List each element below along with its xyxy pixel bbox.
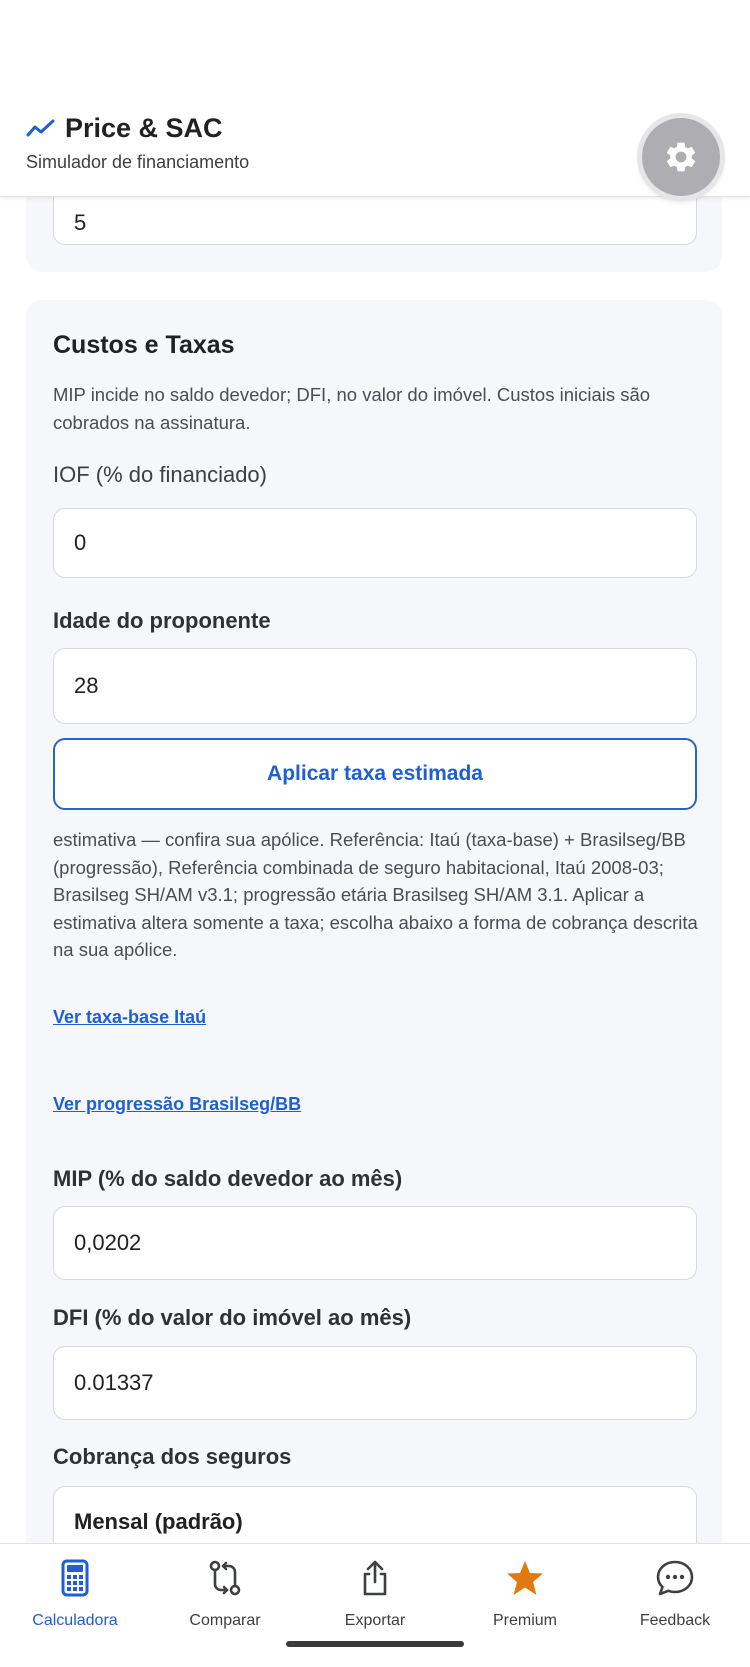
- nav-exportar[interactable]: Exportar: [300, 1544, 450, 1644]
- dfi-value: 0.01337: [74, 1370, 154, 1395]
- bottom-nav: Calculadora Comparar Exportar Premium Fe…: [0, 1543, 750, 1667]
- mip-label: MIP (% do saldo devedor ao mês): [53, 1166, 403, 1191]
- charge-value: Mensal (padrão): [74, 1509, 243, 1534]
- apply-estimated-rate-button[interactable]: Aplicar taxa estimada: [53, 738, 697, 810]
- estimate-note: estimativa — confira sua apólice. Referê…: [53, 829, 698, 960]
- chat-bubble-icon: [656, 1560, 694, 1596]
- nav-label: Comparar: [189, 1612, 261, 1629]
- trend-line-icon: [26, 119, 55, 136]
- star-icon: [507, 1561, 543, 1595]
- nav-label: Feedback: [639, 1612, 711, 1629]
- app-subtitle: Simulador de financiamento: [26, 152, 250, 172]
- iof-input[interactable]: 0: [53, 508, 697, 578]
- dfi-label: DFI (% do valor do imóvel ao mês): [53, 1305, 412, 1330]
- nav-feedback[interactable]: Feedback: [600, 1544, 750, 1644]
- nav-label: Calculadora: [32, 1612, 118, 1629]
- settings-button[interactable]: [642, 118, 720, 196]
- nav-premium[interactable]: Premium: [450, 1544, 600, 1644]
- home-indicator: [286, 1641, 464, 1647]
- age-label: Idade do proponente: [53, 608, 271, 633]
- share-icon: [363, 1560, 387, 1596]
- nav-label: Exportar: [344, 1612, 406, 1629]
- app-header: Price & SAC Simulador de financiamento: [0, 0, 750, 197]
- costs-description: MIP incide no saldo devedor; DFI, no val…: [53, 384, 651, 433]
- brand: Price & SAC: [26, 113, 223, 144]
- app-screen: 5 Custos e Taxas MIP incide no saldo dev…: [0, 0, 750, 1667]
- gear-icon: [667, 142, 696, 172]
- age-input[interactable]: 28: [53, 648, 697, 724]
- section-title: Custos e Taxas: [53, 331, 235, 359]
- iof-label: IOF (% do financiado): [53, 462, 267, 487]
- calculator-icon: [61, 1559, 89, 1597]
- nav-comparar[interactable]: Comparar: [150, 1544, 300, 1644]
- age-value: 28: [74, 673, 99, 698]
- app-title: Price & SAC: [65, 113, 223, 143]
- mip-value: 0,0202: [74, 1230, 142, 1255]
- brasilseg-progression-link[interactable]: Ver progressão Brasilseg/BB: [53, 1094, 301, 1115]
- itau-rate-link[interactable]: Ver taxa-base Itaú: [53, 1007, 206, 1028]
- dfi-input[interactable]: 0.01337: [53, 1346, 697, 1420]
- mip-input[interactable]: 0,0202: [53, 1206, 697, 1280]
- charge-label: Cobrança dos seguros: [53, 1444, 292, 1469]
- nav-label: Premium: [492, 1612, 557, 1629]
- iof-value: 0: [74, 530, 87, 555]
- compare-icon: [209, 1560, 241, 1596]
- nav-calculadora[interactable]: Calculadora: [0, 1544, 150, 1644]
